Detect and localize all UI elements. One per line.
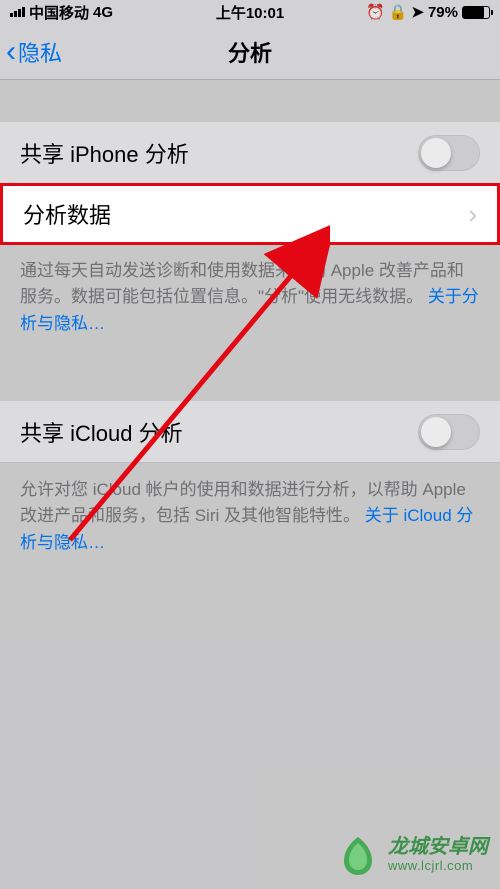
row-share-iphone-analytics[interactable]: 共享 iPhone 分析 (0, 122, 500, 184)
back-label: 隐私 (18, 36, 62, 68)
page-title: 分析 (228, 36, 272, 68)
spacer (0, 357, 500, 401)
battery-fill (463, 7, 484, 18)
battery-icon (462, 6, 490, 19)
footer-icloud-analytics: 允许对您 iCloud 帐户的使用和数据进行分析，以帮助 Apple 改进产品和… (0, 463, 500, 576)
toggle-knob (421, 417, 451, 447)
row-label: 分析数据 (23, 198, 468, 230)
row-label: 共享 iPhone 分析 (20, 137, 418, 169)
location-icon: ➤ (411, 3, 424, 21)
status-time: 上午10:01 (216, 2, 284, 23)
toggle-share-icloud[interactable] (418, 414, 480, 450)
signal-icon (10, 7, 25, 17)
toggle-share-iphone[interactable] (418, 135, 480, 171)
row-label: 共享 iCloud 分析 (20, 416, 418, 448)
orientation-lock-icon: 🔒 (389, 3, 408, 21)
toggle-knob (421, 138, 451, 168)
status-left: 中国移动 4G (10, 2, 113, 23)
spacer (0, 80, 500, 122)
footer-text: 通过每天自动发送诊断和使用数据来帮助 Apple 改善产品和服务。数据可能包括位… (20, 261, 464, 306)
group-icloud-analytics: 共享 iCloud 分析 (0, 401, 500, 463)
chevron-right-icon: › (468, 199, 477, 230)
back-button[interactable]: ‹ 隐私 (0, 36, 62, 68)
status-bar: 中国移动 4G 上午10:01 ⏰ 🔒 ➤ 79% (0, 0, 500, 24)
network-label: 4G (93, 4, 113, 21)
chevron-left-icon: ‹ (6, 37, 16, 67)
alarm-icon: ⏰ (366, 3, 385, 21)
row-share-icloud-analytics[interactable]: 共享 iCloud 分析 (0, 401, 500, 463)
watermark-text: 龙城安卓网 www.lcjrl.com (388, 836, 488, 874)
battery-pct: 79% (428, 4, 458, 21)
watermark-line2: www.lcjrl.com (388, 859, 488, 874)
status-right: ⏰ 🔒 ➤ 79% (366, 3, 490, 21)
group-iphone-analytics: 共享 iPhone 分析 分析数据 › (0, 122, 500, 245)
footer-iphone-analytics: 通过每天自动发送诊断和使用数据来帮助 Apple 改善产品和服务。数据可能包括位… (0, 244, 500, 357)
watermark-logo-icon (336, 833, 380, 877)
carrier-label: 中国移动 (29, 2, 89, 23)
watermark-line1: 龙城安卓网 (388, 836, 488, 859)
nav-bar: ‹ 隐私 分析 (0, 24, 500, 80)
watermark: 龙城安卓网 www.lcjrl.com (336, 833, 488, 877)
row-analytics-data[interactable]: 分析数据 › (0, 183, 500, 245)
